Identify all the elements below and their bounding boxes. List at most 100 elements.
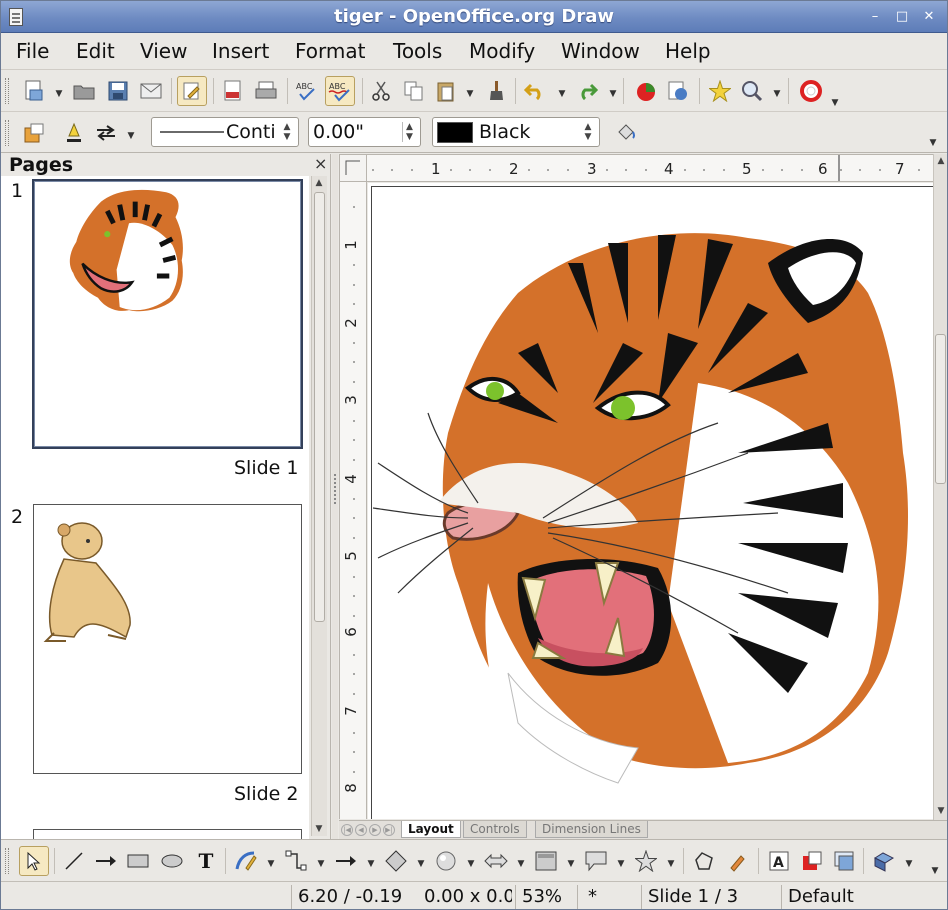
drawing-canvas[interactable] (368, 183, 933, 819)
toolbar-grip[interactable] (5, 848, 9, 874)
gallery-icon[interactable] (705, 76, 735, 106)
scroll-up-arrow[interactable]: ▲ (312, 176, 326, 190)
open-icon[interactable] (69, 76, 99, 106)
curve-dropdown-arrow[interactable]: ▼ (267, 859, 275, 869)
redo-dropdown-arrow[interactable]: ▼ (609, 89, 617, 99)
first-layer-button[interactable]: |◀ (341, 824, 353, 836)
scroll-up-arrow[interactable]: ▲ (934, 154, 947, 168)
new-icon[interactable] (19, 76, 49, 106)
minimize-button[interactable]: – (865, 8, 885, 27)
zoom-icon[interactable] (737, 76, 767, 106)
points-icon[interactable] (689, 846, 719, 876)
scrollbar-thumb[interactable] (314, 192, 325, 622)
toolbar-overflow-arrow[interactable]: ▼ (931, 866, 939, 876)
scroll-down-arrow[interactable]: ▼ (312, 822, 326, 836)
line-style-select[interactable]: Conti ▲ ▼ (151, 117, 299, 147)
line-arrow-tool-icon[interactable] (91, 846, 121, 876)
chart-icon[interactable] (631, 76, 661, 106)
copy-icon[interactable] (399, 76, 429, 106)
last-layer-button[interactable]: ▶| (383, 824, 395, 836)
basic-shapes-icon[interactable] (381, 846, 411, 876)
menu-format[interactable]: Format (295, 39, 365, 63)
extrusion-icon[interactable] (869, 846, 899, 876)
line-color-select[interactable]: Black ▲ ▼ (432, 117, 600, 147)
select-icon[interactable] (19, 846, 49, 876)
line-width-spinner[interactable]: ▲ ▼ (402, 122, 416, 142)
slide-thumbnail-1[interactable] (32, 179, 303, 449)
menu-window[interactable]: Window (561, 39, 640, 63)
close-button[interactable]: ✕ (919, 8, 939, 27)
redo-icon[interactable] (572, 76, 602, 106)
menu-edit[interactable]: Edit (76, 39, 115, 63)
tab-dimension-lines[interactable]: Dimension Lines (535, 821, 648, 838)
zoom-dropdown-arrow[interactable]: ▼ (773, 89, 781, 99)
callouts-icon[interactable] (581, 846, 611, 876)
navigator-icon[interactable] (663, 76, 693, 106)
gallery-insert-icon[interactable] (829, 846, 859, 876)
pages-pane-close-button[interactable]: × (314, 154, 327, 173)
undo-icon[interactable] (520, 76, 550, 106)
rectangle-tool-icon[interactable] (123, 846, 153, 876)
menu-help[interactable]: Help (665, 39, 711, 63)
save-icon[interactable] (103, 76, 133, 106)
block-arrows-dropdown-arrow[interactable]: ▼ (517, 859, 525, 869)
symbol-shapes-dropdown-arrow[interactable]: ▼ (467, 859, 475, 869)
slide-thumbnail-2[interactable] (33, 504, 302, 774)
maximize-button[interactable]: □ (892, 8, 912, 27)
previous-layer-button[interactable]: ◀ (355, 824, 367, 836)
print-icon[interactable] (251, 76, 281, 106)
cut-icon[interactable] (366, 76, 396, 106)
menu-tools[interactable]: Tools (393, 39, 442, 63)
scrollbar-thumb[interactable] (935, 334, 946, 484)
from-file-icon[interactable] (797, 846, 827, 876)
curve-tool-icon[interactable] (231, 846, 261, 876)
tab-layout[interactable]: Layout (401, 821, 461, 838)
toolbar-overflow-arrow[interactable]: ▼ (831, 98, 839, 108)
flowchart-icon[interactable] (531, 846, 561, 876)
slide-thumbnail-3[interactable] (33, 829, 302, 839)
extrusion-dropdown-arrow[interactable]: ▼ (905, 859, 913, 869)
flowchart-dropdown-arrow[interactable]: ▼ (567, 859, 575, 869)
styles-icon[interactable] (19, 118, 49, 148)
connector-tool-icon[interactable] (281, 846, 311, 876)
toolbar-overflow-arrow[interactable]: ▼ (929, 138, 937, 148)
tab-controls[interactable]: Controls (463, 821, 527, 838)
status-zoom[interactable]: 53% (515, 885, 575, 909)
spellcheck-icon[interactable]: ABC (292, 76, 322, 106)
tiger-image[interactable] (368, 183, 933, 819)
text-tool-icon[interactable]: T (191, 846, 221, 876)
paste-dropdown-arrow[interactable]: ▼ (466, 89, 474, 99)
block-arrows-icon[interactable] (481, 846, 511, 876)
line-style-spin-arrows[interactable]: ▲ ▼ (280, 122, 294, 142)
glue-points-icon[interactable] (723, 846, 753, 876)
paste-icon[interactable] (431, 76, 461, 106)
lines-arrows-dropdown-arrow[interactable]: ▼ (367, 859, 375, 869)
lines-arrows-tool-icon[interactable] (331, 846, 361, 876)
arrow-style-icon[interactable] (91, 118, 121, 148)
toolbar-grip[interactable] (5, 120, 9, 146)
line-icon[interactable] (59, 118, 89, 148)
help-icon[interactable] (796, 76, 826, 106)
horizontal-ruler[interactable]: 1 2 3 4 5 6 7 (367, 154, 933, 182)
menu-view[interactable]: View (140, 39, 187, 63)
pane-splitter[interactable] (332, 154, 338, 839)
toolbar-grip[interactable] (5, 78, 9, 104)
edit-file-icon[interactable] (177, 76, 207, 106)
menu-modify[interactable]: Modify (469, 39, 535, 63)
area-fill-icon[interactable] (611, 118, 641, 148)
email-icon[interactable] (136, 76, 166, 106)
vertical-ruler[interactable]: 1 2 3 4 5 6 7 8 (339, 182, 367, 819)
next-layer-button[interactable]: ▶ (369, 824, 381, 836)
line-width-field[interactable]: 0.00" ▲ ▼ (308, 117, 421, 147)
menu-file[interactable]: File (16, 39, 49, 63)
symbol-shapes-icon[interactable] (431, 846, 461, 876)
arrow-style-dropdown-arrow[interactable]: ▼ (127, 131, 135, 141)
line-color-spin-arrows[interactable]: ▲ ▼ (581, 122, 595, 142)
export-pdf-icon[interactable] (218, 76, 248, 106)
format-paintbrush-icon[interactable] (481, 76, 511, 106)
autospellcheck-icon[interactable]: ABC (325, 76, 355, 106)
stars-dropdown-arrow[interactable]: ▼ (667, 859, 675, 869)
scroll-down-arrow[interactable]: ▼ (934, 804, 947, 818)
line-tool-icon[interactable] (59, 846, 89, 876)
callouts-dropdown-arrow[interactable]: ▼ (617, 859, 625, 869)
